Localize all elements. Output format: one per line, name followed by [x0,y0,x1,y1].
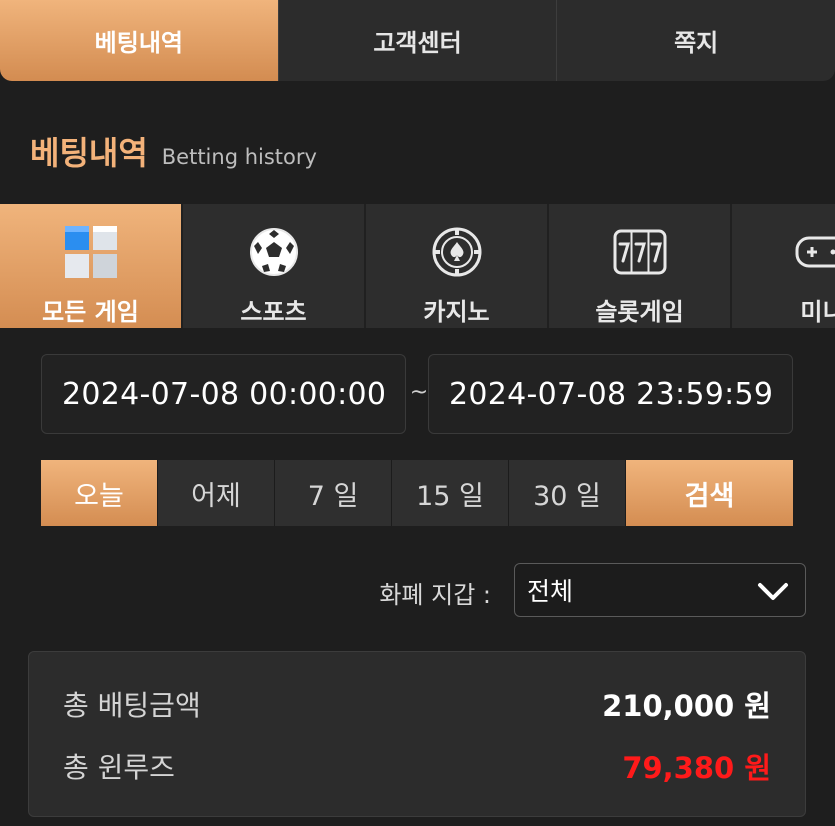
wallet-select[interactable]: 전체 [514,563,806,617]
tab-betting-history[interactable]: 베팅내역 [0,0,279,81]
game-tab-label: 미니 [800,298,835,326]
filter-7days-button[interactable]: 7 일 [275,460,392,526]
tab-messages[interactable]: 쪽지 [557,0,835,81]
betting-summary-card: 총 배팅금액 210,000 원 총 윈루즈 79,380 원 [28,651,806,817]
total-winloss-label: 총 윈루즈 [63,751,175,784]
wallet-selected-value: 전체 [527,577,574,606]
chevron-down-icon [758,583,788,600]
game-tab-sports[interactable]: 스포츠 [183,204,366,328]
game-tab-label: 모든 게임 [42,298,139,326]
page-title: 베팅내역 Betting history [30,128,317,174]
search-button[interactable]: 검색 [626,460,793,526]
cube-grid-icon [63,224,119,280]
page-title-sub: Betting history [161,145,317,169]
total-bet-value: 210,000 원 [602,689,771,723]
summary-winloss-row: 총 윈루즈 79,380 원 [63,744,771,788]
wallet-filter-row: 화폐 지갑 : 전체 [0,563,835,617]
gamepad-icon [795,224,835,280]
soccer-ball-icon [246,224,302,280]
game-tab-slot[interactable]: 슬롯게임 [549,204,732,328]
filter-30days-button[interactable]: 30 일 [509,460,626,526]
total-winloss-value: 79,380 원 [622,751,771,785]
filter-yesterday-button[interactable]: 어제 [158,460,275,526]
game-category-tabs: 모든 게임 스포츠 카지노 슬롯게임 미니 [0,204,835,328]
slot-777-icon [612,224,668,280]
start-date-input[interactable]: 2024-07-08 00:00:00 [41,354,406,434]
top-tab-bar: 베팅내역 고객센터 쪽지 [0,0,835,81]
game-tab-label: 카지노 [423,298,490,326]
game-tab-casino[interactable]: 카지노 [366,204,549,328]
game-tab-all[interactable]: 모든 게임 [0,204,183,328]
total-bet-label: 총 배팅금액 [63,689,201,722]
date-range-separator: ~ [409,380,429,405]
filter-today-button[interactable]: 오늘 [41,460,158,526]
game-tab-mini[interactable]: 미니 [732,204,835,328]
poker-chip-icon [429,224,485,280]
page-title-main: 베팅내역 [30,134,148,172]
quick-date-filters: 오늘 어제 7 일 15 일 30 일 검색 [41,460,793,526]
wallet-label: 화폐 지갑 : [379,581,491,609]
game-tab-label: 스포츠 [240,298,307,326]
summary-total-bet-row: 총 배팅금액 210,000 원 [63,682,771,726]
end-date-input[interactable]: 2024-07-08 23:59:59 [428,354,793,434]
filter-15days-button[interactable]: 15 일 [392,460,509,526]
tab-customer-center[interactable]: 고객센터 [278,0,558,81]
game-tab-label: 슬롯게임 [595,298,684,326]
